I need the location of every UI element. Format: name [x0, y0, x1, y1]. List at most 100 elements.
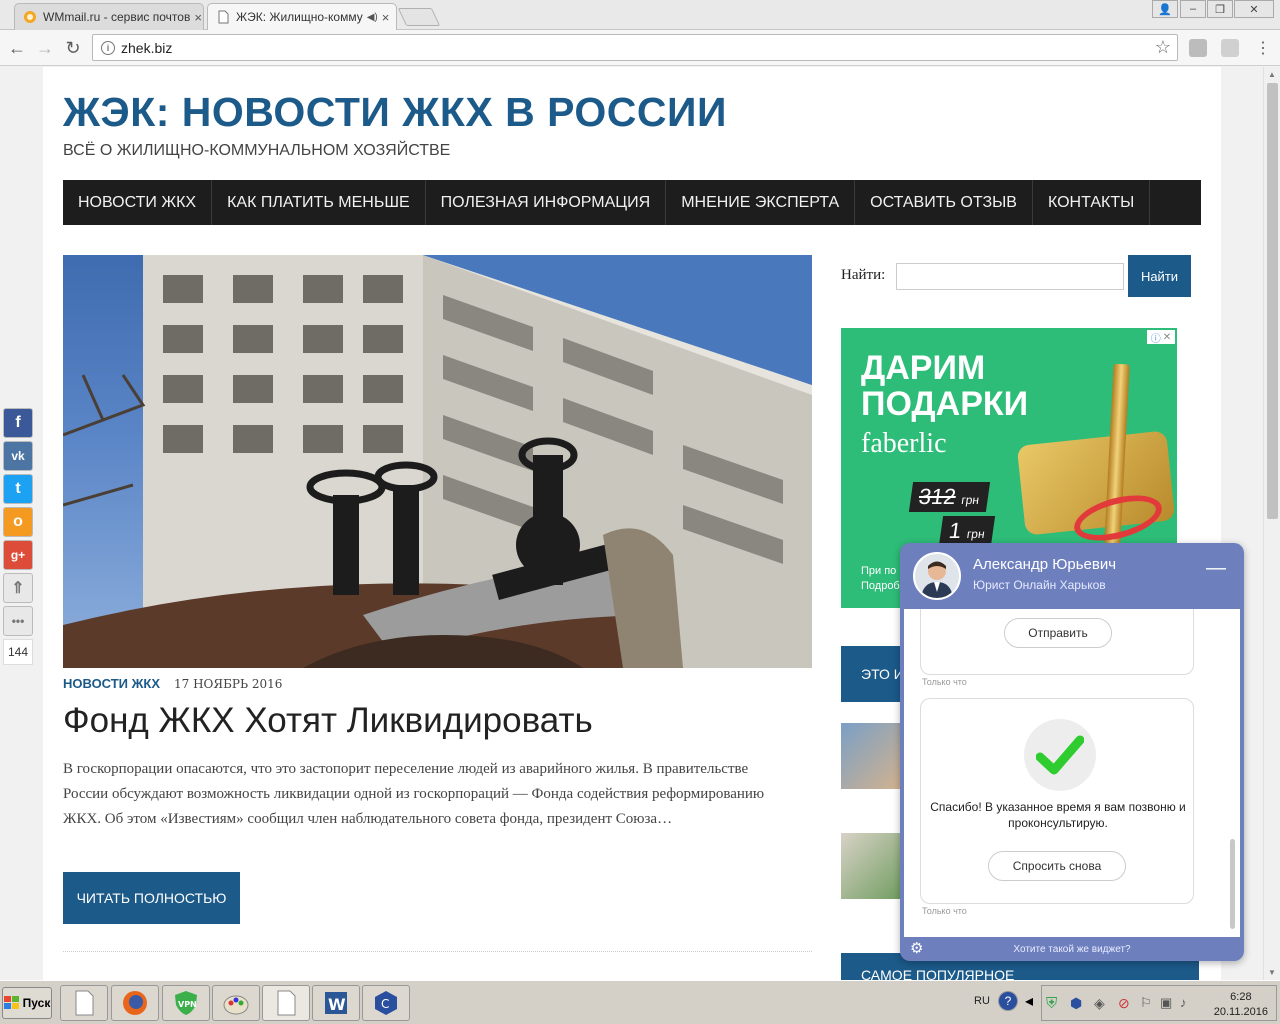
site-title[interactable]: ЖЭК: НОВОСТИ ЖКХ В РОССИИ: [63, 89, 727, 136]
clock-time: 6:28: [1230, 991, 1252, 1003]
taskbar-app-icon[interactable]: C: [362, 985, 410, 1021]
twitter-share-icon[interactable]: t: [3, 474, 33, 504]
ad-headline: ДАРИМ ПОДАРКИ: [861, 350, 1028, 422]
ad-footer-line1: При по: [861, 565, 897, 577]
nav-item-expert-opinion[interactable]: МНЕНИЕ ЭКСПЕРТА: [666, 180, 856, 225]
agent-avatar: [913, 552, 961, 600]
nav-item-contacts[interactable]: КОНТАКТЫ: [1033, 180, 1151, 225]
search-button[interactable]: Найти: [1128, 255, 1191, 297]
scroll-down-icon[interactable]: ▼: [1268, 968, 1276, 977]
adchoices-icon[interactable]: ⓘ ✕: [1147, 330, 1175, 345]
restore-window-button[interactable]: ❐: [1207, 0, 1233, 18]
chat-timestamp: Только что: [922, 677, 967, 687]
site-info-icon[interactable]: i: [101, 40, 115, 55]
taskbar-arrow-icon[interactable]: ◂: [1020, 991, 1038, 1011]
browser-menu-icon[interactable]: ⋮: [1252, 37, 1274, 59]
agent-name: Александр Юрьевич: [973, 556, 1117, 573]
audio-playing-icon[interactable]: ◀): [367, 12, 378, 23]
start-button[interactable]: Пуск: [2, 987, 52, 1019]
taskbar-word-icon[interactable]: W: [312, 985, 360, 1021]
tab-wmmail[interactable]: WMmail.ru - сервис почтов ×: [14, 3, 204, 30]
wmmail-favicon-icon: [24, 11, 36, 23]
ad-new-price-value: 1: [947, 518, 964, 543]
chat-ask-again-button[interactable]: Спросить снова: [988, 851, 1126, 881]
tab-title: ЖЭК: Жилищно-комму: [236, 10, 363, 24]
extension-icon[interactable]: [1189, 39, 1207, 57]
chat-widget-promo-link[interactable]: Хотите такой же виджет?: [900, 937, 1244, 961]
windows-taskbar: Пуск VPN W C RU ? ◂ ⛨ ⬢ ◈ ⊘ ⚐ ▣ ♪ 6:28 2…: [0, 980, 1280, 1024]
google-plus-share-icon[interactable]: g+: [3, 540, 33, 570]
browser-tabstrip: WMmail.ru - сервис почтов × ЖЭК: Жилищно…: [0, 0, 1280, 30]
scrollbar-thumb[interactable]: [1267, 83, 1278, 519]
scroll-up-icon[interactable]: ▲: [1268, 70, 1276, 79]
browser-toolbar: ← → ↻ i zhek.biz ☆ ⋮: [0, 30, 1280, 66]
blocked-icon[interactable]: ⊘: [1118, 995, 1130, 1012]
tab-close-icon[interactable]: ×: [190, 10, 202, 25]
read-more-button[interactable]: ЧИТАТЬ ПОЛНОСТЬЮ: [63, 872, 240, 924]
ad-old-price-value: 312: [917, 484, 958, 509]
site-description: ВСЁ О ЖИЛИЩНО-КОММУНАЛЬНОМ ХОЗЯЙСТВЕ: [63, 142, 451, 159]
post-divider: [63, 951, 812, 952]
address-bar[interactable]: i zhek.biz ☆: [92, 34, 1178, 61]
tab-close-icon[interactable]: ×: [378, 10, 390, 25]
chat-send-button[interactable]: Отправить: [1004, 618, 1112, 648]
tab-zhek[interactable]: ЖЭК: Жилищно-комму ◀) ×: [207, 3, 397, 30]
page-scrollbar[interactable]: ▲ ▼: [1263, 67, 1280, 980]
forward-arrow-icon[interactable]: →: [34, 37, 56, 59]
keyboard-language[interactable]: RU: [974, 995, 990, 1007]
nav-item-news[interactable]: НОВОСТИ ЖКХ: [63, 180, 213, 225]
network-icon[interactable]: ⬢: [1070, 995, 1082, 1012]
ad-headline-line2: ПОДАРКИ: [861, 385, 1029, 423]
checkmark-icon: [1024, 719, 1096, 791]
nav-item-pay-less[interactable]: КАК ПЛАТИТЬ МЕНЬШЕ: [212, 180, 426, 225]
more-share-icon[interactable]: •••: [3, 606, 33, 636]
ad-new-price: 1 грн: [938, 516, 996, 546]
chat-message-form: Отправить: [920, 609, 1194, 675]
odnoklassniki-share-icon[interactable]: о: [3, 507, 33, 537]
post-date: 17 НОЯБРЬ 2016: [174, 676, 283, 691]
taskbar-firefox-icon[interactable]: [111, 985, 159, 1021]
chat-header[interactable]: Александр Юрьевич Юрист Онлайн Харьков —: [900, 543, 1244, 609]
main-navigation: НОВОСТИ ЖКХ КАК ПЛАТИТЬ МЕНЬШЕ ПОЛЕЗНАЯ …: [63, 180, 1201, 225]
search-input[interactable]: [896, 263, 1124, 290]
new-tab-button[interactable]: [397, 8, 441, 26]
reload-icon[interactable]: ↻: [62, 37, 84, 59]
system-clock[interactable]: 6:28 20.11.2016: [1214, 990, 1268, 1020]
bookmark-star-icon[interactable]: ☆: [1155, 37, 1171, 58]
shield-icon[interactable]: ⛨: [1046, 995, 1057, 1012]
chat-scrollbar[interactable]: [1230, 839, 1235, 929]
profile-icon[interactable]: 👤: [1152, 0, 1178, 18]
agent-role: Юрист Онлайн Харьков: [973, 578, 1106, 592]
extension-icon[interactable]: [1221, 39, 1239, 57]
taskbar-blank-document-icon[interactable]: [60, 985, 108, 1021]
nav-item-useful-info[interactable]: ПОЛЕЗНАЯ ИНФОРМАЦИЯ: [426, 180, 667, 225]
flag-icon[interactable]: ⚐: [1140, 995, 1152, 1011]
post-excerpt: В госкорпорации опасаются, что это засто…: [63, 761, 765, 827]
facebook-share-icon[interactable]: f: [3, 408, 33, 438]
speaker-icon[interactable]: ♪: [1180, 995, 1187, 1010]
chat-minimize-icon[interactable]: —: [1206, 557, 1226, 580]
close-window-button[interactable]: ✕: [1234, 0, 1274, 18]
url-text: zhek.biz: [121, 39, 173, 56]
minimize-window-button[interactable]: –: [1180, 0, 1206, 18]
taskbar-vpn-icon[interactable]: VPN: [162, 985, 210, 1021]
tab-title: WMmail.ru - сервис почтов: [43, 10, 191, 24]
taskbar-active-document-icon[interactable]: [262, 985, 310, 1021]
svg-text:C: C: [381, 997, 389, 1011]
lawyer-chat-widget: Александр Юрьевич Юрист Онлайн Харьков —…: [900, 543, 1244, 961]
monitor-icon[interactable]: ▣: [1160, 995, 1172, 1011]
vpn-tray-icon[interactable]: ◈: [1094, 995, 1105, 1012]
post-featured-image[interactable]: [63, 255, 812, 668]
ad-currency: грн: [965, 527, 986, 541]
windows-logo-icon: [3, 996, 19, 1009]
back-arrow-icon[interactable]: ←: [6, 37, 28, 59]
scroll-top-icon[interactable]: ⇑: [3, 573, 33, 603]
help-icon[interactable]: ?: [998, 991, 1018, 1011]
search-label: Найти:: [841, 267, 886, 283]
vk-share-icon[interactable]: vk: [3, 441, 33, 471]
nav-item-leave-review[interactable]: ОСТАВИТЬ ОТЗЫВ: [855, 180, 1033, 225]
share-count: 144: [3, 639, 33, 665]
taskbar-paint-icon[interactable]: [212, 985, 260, 1021]
post-category-link[interactable]: НОВОСТИ ЖКХ: [63, 676, 160, 691]
post-title[interactable]: Фонд ЖКХ Хотят Ликвидировать: [63, 701, 593, 741]
